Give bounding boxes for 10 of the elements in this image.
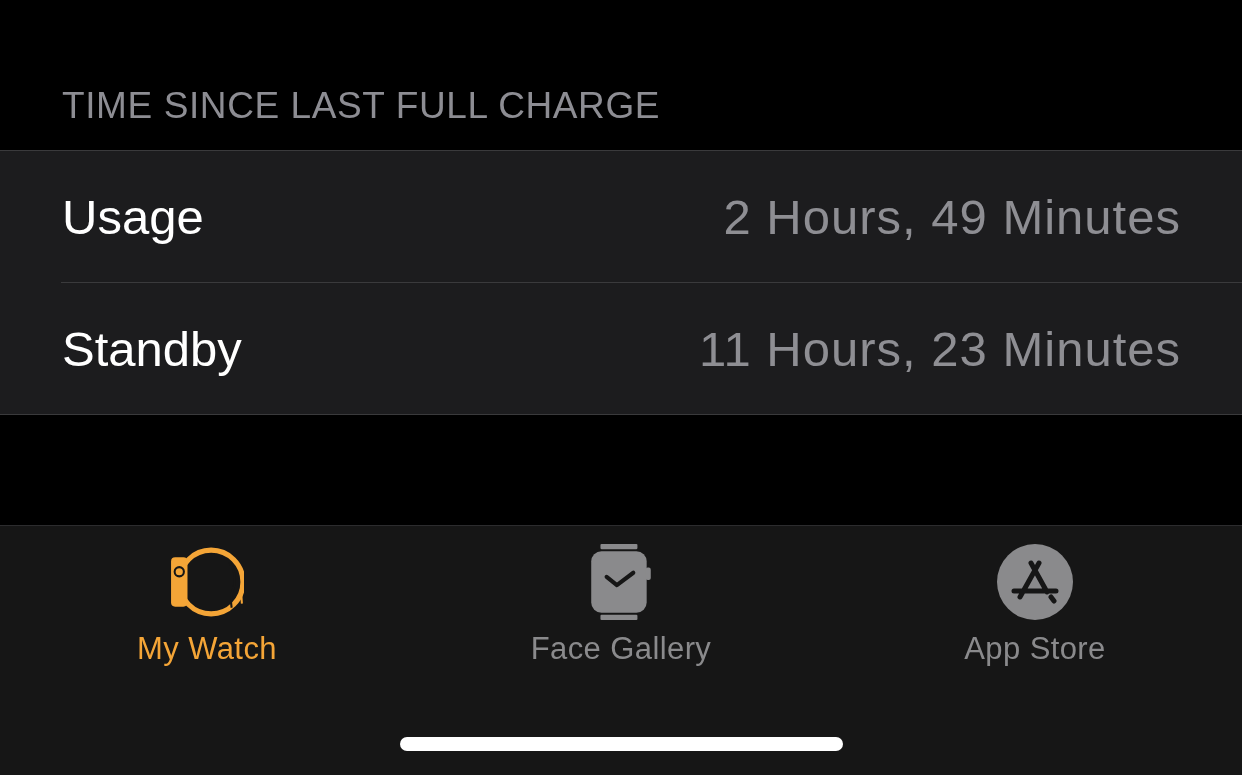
row-label: Usage [62, 188, 204, 245]
row-value: 11 Hours, 23 Minutes [698, 320, 1181, 377]
row-value: 2 Hours, 49 Minutes [723, 188, 1181, 245]
section-header: TIME SINCE LAST FULL CHARGE [62, 83, 661, 128]
app-store-icon [997, 544, 1073, 620]
tab[interactable]: My Watch [137, 544, 277, 668]
tab[interactable]: App Store [964, 544, 1106, 668]
tab[interactable]: Face Gallery [530, 544, 712, 668]
watch-face-icon [591, 544, 651, 620]
row-label: Standby [62, 320, 242, 377]
